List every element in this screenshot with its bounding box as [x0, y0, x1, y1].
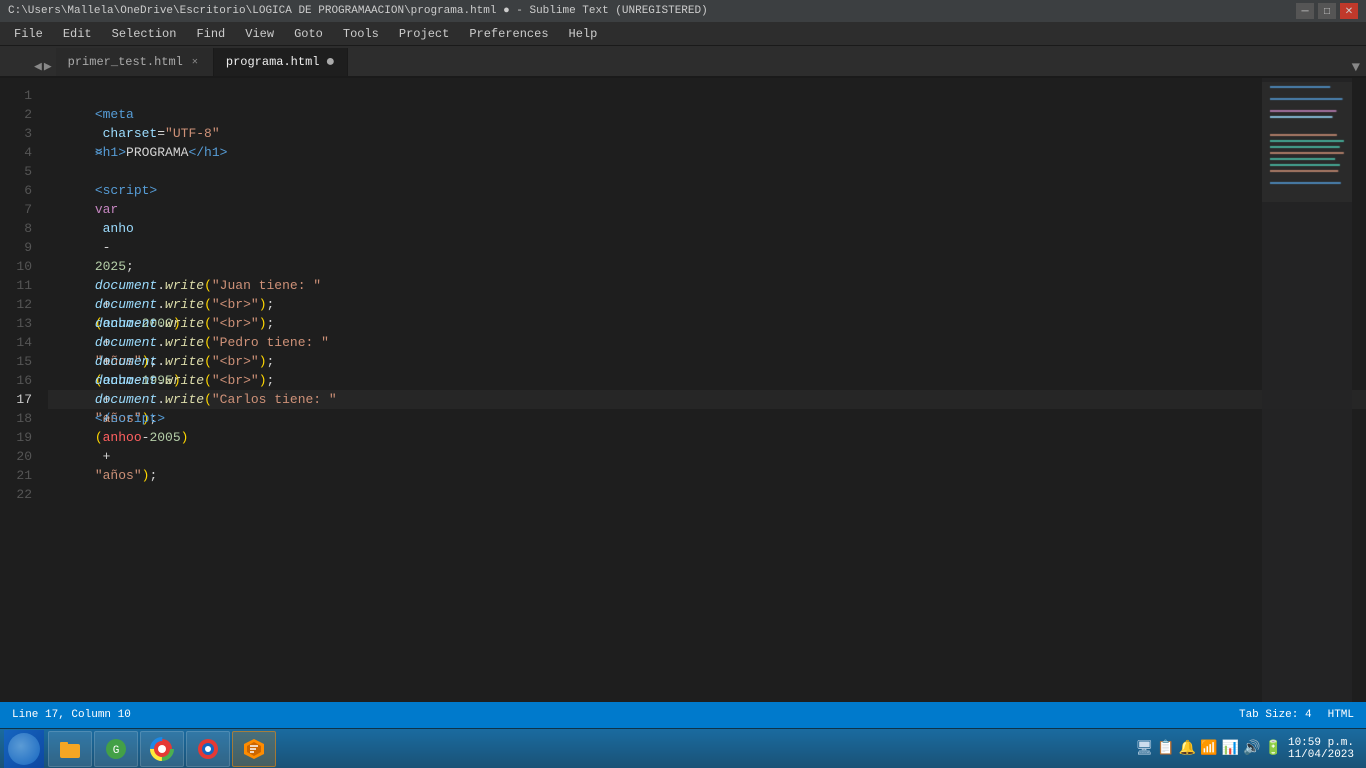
status-tab-size[interactable]: Tab Size: 4 [1239, 709, 1312, 721]
minimize-button[interactable]: ─ [1296, 3, 1314, 19]
tab-dropdown-button[interactable]: ▼ [1352, 60, 1366, 76]
sublime-icon [242, 737, 266, 761]
code-line-8 [48, 219, 1366, 238]
menu-view[interactable]: View [235, 22, 284, 45]
code-line-20 [48, 447, 1366, 466]
chrome-icon [150, 737, 174, 761]
chrome2-icon [196, 737, 220, 761]
tab-bar: ◀ ▶ primer_test.html ✕ programa.html ● ▼ [0, 46, 1366, 78]
tab-label: primer_test.html [68, 55, 183, 69]
tab-next-arrow[interactable]: ▶ [44, 59, 52, 74]
menu-file[interactable]: File [4, 22, 53, 45]
tray-sound-icon: 🔊 [1243, 740, 1260, 757]
tray-bluetooth-icon: 📶 [1200, 740, 1217, 757]
close-button[interactable]: ✕ [1340, 3, 1358, 19]
taskbar-right: 🖥 📋 🔔 📶 📊 🔊 🔋 10:59 p.m. 11/04/2023 [1136, 737, 1362, 761]
code-line-7 [48, 200, 1366, 219]
tray-app2-icon: 🔔 [1179, 740, 1196, 757]
system-clock[interactable]: 10:59 p.m. 11/04/2023 [1288, 737, 1354, 761]
tray-monitor-icon: 🖥 [1136, 740, 1154, 757]
tab-close-primer-test[interactable]: ✕ [189, 56, 201, 68]
taskbar-app-chrome2[interactable] [186, 731, 230, 767]
status-position[interactable]: Line 17, Column 10 [12, 709, 131, 721]
tab-prev-arrow[interactable]: ◀ [34, 59, 42, 74]
tab-nav-arrows[interactable]: ◀ ▶ [30, 57, 56, 76]
minimap-canvas [1262, 82, 1352, 202]
code-line-1: <meta charset="UTF-8" > [48, 86, 1366, 105]
taskbar-app-green[interactable]: G [94, 731, 138, 767]
tab-dirty-indicator: ● [326, 54, 336, 70]
menu-help[interactable]: Help [559, 22, 608, 45]
clock-time: 10:59 p.m. [1288, 737, 1354, 749]
code-line-2 [48, 105, 1366, 124]
tab-programa[interactable]: programa.html ● [214, 48, 348, 76]
status-bar: Line 17, Column 10 Tab Size: 4 HTML [0, 702, 1366, 728]
tray-battery-icon: 🔋 [1265, 740, 1282, 757]
svg-text:G: G [113, 745, 120, 757]
code-line-4 [48, 143, 1366, 162]
code-line-18 [48, 409, 1366, 428]
menu-goto[interactable]: Goto [284, 22, 333, 45]
taskbar-app-sublime[interactable] [232, 731, 276, 767]
tab-primer-test[interactable]: primer_test.html ✕ [56, 48, 214, 76]
tab-label-programa: programa.html [226, 55, 320, 69]
code-line-19 [48, 428, 1366, 447]
clock-date: 11/04/2023 [1288, 749, 1354, 761]
title-path: C:\Users\Mallela\OneDrive\Escritorio\LOG… [8, 5, 708, 17]
taskbar-app-chrome[interactable] [140, 731, 184, 767]
window-controls: ─ □ ✕ [1296, 3, 1358, 19]
code-line-6: var anho - 2025; [48, 181, 1366, 200]
editor-area: 1 2 3 4 5 6 7 8 9 10 11 12 13 14 15 16 1… [0, 78, 1366, 702]
menu-tools[interactable]: Tools [333, 22, 389, 45]
menu-project[interactable]: Project [389, 22, 459, 45]
tray-icons: 🖥 📋 🔔 📶 📊 🔊 🔋 [1136, 740, 1282, 757]
green-app-icon: G [104, 737, 128, 761]
status-right: Tab Size: 4 HTML [1239, 709, 1354, 721]
taskbar-app-explorer[interactable] [48, 731, 92, 767]
minimap[interactable] [1262, 78, 1352, 702]
status-syntax[interactable]: HTML [1328, 709, 1354, 721]
code-line-21 [48, 466, 1366, 485]
menu-bar: File Edit Selection Find View Goto Tools… [0, 22, 1366, 46]
taskbar-apps: G [48, 731, 276, 767]
windows-orb-icon [8, 733, 40, 765]
menu-preferences[interactable]: Preferences [459, 22, 558, 45]
code-line-3: <h1>PROGRAMA</h1> [48, 124, 1366, 143]
menu-selection[interactable]: Selection [102, 22, 187, 45]
code-line-5: <script> [48, 162, 1366, 181]
status-left: Line 17, Column 10 [12, 709, 131, 721]
code-line-22 [48, 485, 1366, 504]
line-numbers: 1 2 3 4 5 6 7 8 9 10 11 12 13 14 15 16 1… [0, 78, 40, 702]
tray-app1-icon: 📋 [1157, 740, 1174, 757]
code-line-10: document.write("<br>"); [48, 257, 1366, 276]
code-editor[interactable]: <meta charset="UTF-8" > <h1>PROGRAMA</h1… [40, 78, 1366, 702]
taskbar: G [0, 728, 1366, 768]
code-line-9: document.write("Juan tiene: " + (anho-20… [48, 238, 1366, 257]
menu-edit[interactable]: Edit [53, 22, 102, 45]
tray-signal-icon: 📊 [1222, 740, 1239, 757]
folder-icon [58, 737, 82, 761]
menu-find[interactable]: Find [186, 22, 235, 45]
title-bar: C:\Users\Mallela\OneDrive\Escritorio\LOG… [0, 0, 1366, 22]
maximize-button[interactable]: □ [1318, 3, 1336, 19]
start-button[interactable] [4, 730, 44, 768]
